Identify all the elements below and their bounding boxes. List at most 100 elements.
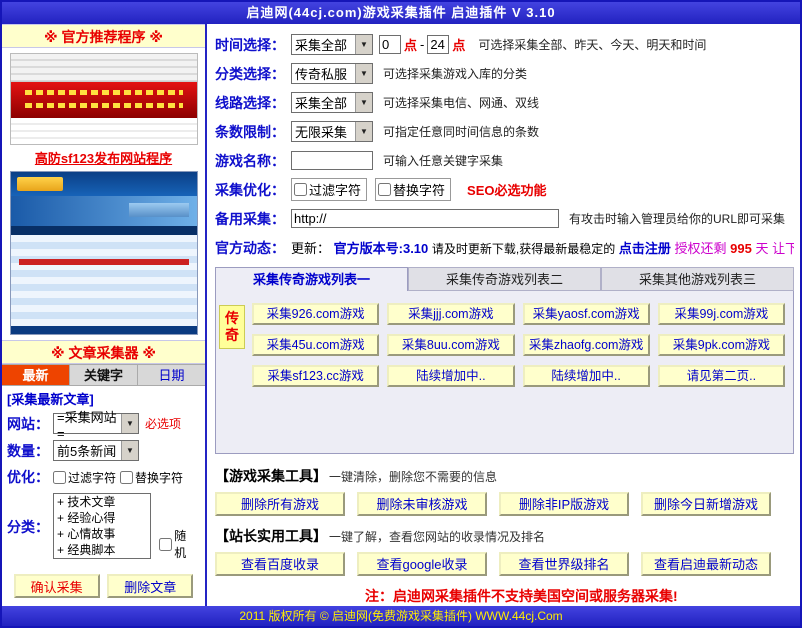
delete-today-games-button[interactable]: 删除今日新增游戏	[641, 492, 771, 516]
tab-date[interactable]: 日期	[138, 365, 205, 385]
filter-chars-label: 过滤字符	[309, 180, 361, 199]
collect-game-button[interactable]: 采集zhaofg.com游戏	[523, 334, 650, 356]
game-tools-desc: 一键清除，删除您不需要的信息	[329, 468, 497, 485]
backup-row: 备用采集： 有攻击时输入管理员给你的URL即可采集	[215, 204, 794, 233]
delete-all-games-button[interactable]: 删除所有游戏	[215, 492, 345, 516]
webmaster-tools-buttons: 查看百度收录 查看google收录 查看世界级排名 查看启迪最新动态	[215, 552, 794, 576]
sidebar-replace-option[interactable]: 替换字符	[120, 469, 183, 486]
category-note: 可选择采集游戏入库的分类	[383, 65, 527, 82]
promo-site-thumbnail[interactable]	[10, 53, 198, 145]
line-select[interactable]: 采集全部 ▼	[291, 92, 373, 113]
tab-legend-list-2[interactable]: 采集传奇游戏列表二	[408, 267, 601, 291]
count-select[interactable]: 前5条新闻 ▼	[53, 440, 139, 461]
filter-chars-checkbox[interactable]	[294, 183, 307, 196]
warning-note: 注：启迪网采集插件不支持美国空间或服务器采集!	[365, 586, 794, 606]
legend-side-label: 传奇	[219, 305, 245, 349]
replace-chars-checkbox[interactable]	[378, 183, 391, 196]
line-row: 线路选择： 采集全部 ▼ 可选择采集电信、网通、双线	[215, 88, 794, 117]
latest-news-button[interactable]: 查看启迪最新动态	[641, 552, 771, 576]
hour-from-input[interactable]	[379, 35, 401, 54]
baidu-index-button[interactable]: 查看百度收录	[215, 552, 345, 576]
thumbnail-header-decoration	[11, 54, 197, 82]
count-select-value: 前5条新闻	[54, 441, 121, 460]
collect-game-button[interactable]: 采集jjj.com游戏	[387, 303, 514, 325]
line-label: 线路选择：	[215, 93, 291, 113]
random-label: 随机	[174, 527, 196, 561]
line-select-value: 采集全部	[292, 93, 355, 112]
category-item[interactable]: + 经典脚本	[57, 542, 147, 558]
game-category-select[interactable]: 传奇私服 ▼	[291, 63, 373, 84]
sidebar-filter-option[interactable]: 过滤字符	[53, 469, 116, 486]
category-item[interactable]: + 心情故事	[57, 526, 147, 542]
copyright-text: 2011 版权所有 © 启迪网(免费游戏采集插件) WWW.44cj.Com	[239, 609, 562, 623]
backup-url-input[interactable]	[291, 209, 559, 228]
news-body-text: 请及时更新下载,获得最新最稳定的	[432, 242, 615, 256]
sidebar-filter-checkbox[interactable]	[53, 471, 66, 484]
time-select[interactable]: 采集全部 ▼	[291, 34, 373, 55]
collect-game-button[interactable]: 采集sf123.cc游戏	[252, 365, 379, 387]
see-page-two-button[interactable]: 请见第二页..	[658, 365, 785, 387]
chevron-down-icon: ▼	[121, 441, 138, 460]
delete-article-button[interactable]: 删除文章	[107, 574, 193, 598]
random-checkbox[interactable]	[159, 538, 172, 551]
game-tools-title: 【游戏采集工具】	[215, 466, 327, 486]
news-label: 官方动态：	[215, 238, 291, 258]
limit-label: 条数限制：	[215, 122, 291, 142]
time-note: 可选择采集全部、昨天、今天、明天和时间	[478, 36, 706, 53]
collect-game-button[interactable]: 采集8uu.com游戏	[387, 334, 514, 356]
coming-soon-button[interactable]: 陆续增加中..	[387, 365, 514, 387]
collect-game-button[interactable]: 采集99j.com游戏	[658, 303, 785, 325]
replace-chars-option[interactable]: 替换字符	[375, 178, 451, 201]
collector-screenshot-thumbnail[interactable]	[10, 171, 198, 335]
tab-latest[interactable]: 最新	[2, 365, 70, 385]
count-row: 数量： 前5条新闻 ▼	[2, 437, 205, 464]
count-label: 数量：	[7, 441, 53, 461]
coming-soon-button[interactable]: 陆续增加中..	[523, 365, 650, 387]
news-version-text: 官方版本号:3.10	[334, 241, 429, 256]
chevron-down-icon: ▼	[355, 93, 372, 112]
world-rank-button[interactable]: 查看世界级排名	[499, 552, 629, 576]
category-listbox[interactable]: + 技术文章 + 经验心得 + 心情故事 + 经典脚本	[53, 493, 151, 559]
delete-unreviewed-games-button[interactable]: 删除未审核游戏	[357, 492, 487, 516]
hour-to-unit: 点	[452, 35, 465, 54]
tab-keyword[interactable]: 关键字	[70, 365, 138, 385]
sidebar: ※ 官方推荐程序 ※ 高防sf123发布网站程序 ※ 文章采集器 ※ 最新 关键…	[2, 24, 207, 606]
category-select-label: 分类选择：	[215, 64, 291, 84]
collect-game-button[interactable]: 采集45u.com游戏	[252, 334, 379, 356]
collect-game-button[interactable]: 采集926.com游戏	[252, 303, 379, 325]
collect-game-button[interactable]: 采集9pk.com游戏	[658, 334, 785, 356]
google-index-button[interactable]: 查看google收录	[357, 552, 487, 576]
game-name-input[interactable]	[291, 151, 373, 170]
category-item[interactable]: + 技术文章	[57, 494, 147, 510]
random-option[interactable]: 随机	[159, 527, 196, 561]
delete-non-ip-games-button[interactable]: 删除非IP版游戏	[499, 492, 629, 516]
sidebar-replace-checkbox[interactable]	[120, 471, 133, 484]
category-item[interactable]: + 经验心得	[57, 510, 147, 526]
site-select-value: =采集网站=	[54, 407, 121, 441]
hour-to-input[interactable]	[427, 35, 449, 54]
limit-select[interactable]: 无限采集 ▼	[291, 121, 373, 142]
register-link[interactable]: 点击注册	[619, 241, 671, 256]
seo-note: SEO必选功能	[467, 180, 546, 199]
backup-label: 备用采集：	[215, 209, 291, 229]
collect-game-button[interactable]: 采集yaosf.com游戏	[523, 303, 650, 325]
tab-legend-list-1[interactable]: 采集传奇游戏列表一	[215, 267, 408, 291]
filter-chars-option[interactable]: 过滤字符	[291, 178, 367, 201]
sidebar-optimize-row: 优化： 过滤字符 替换字符	[2, 464, 205, 490]
chevron-down-icon: ▼	[121, 414, 138, 433]
hour-range-dash: -	[420, 37, 424, 52]
game-name-row: 游戏名称： 可输入任意关键字采集	[215, 146, 794, 175]
collect-optimize-row: 采集优化： 过滤字符 替换字符 SEO必选功能	[215, 175, 794, 204]
sidebar-filter-label: 过滤字符	[68, 469, 116, 486]
thumbnail2-banner-decoration	[11, 196, 197, 226]
site-select[interactable]: =采集网站= ▼	[53, 413, 139, 434]
tab-other-list-3[interactable]: 采集其他游戏列表三	[601, 267, 794, 291]
backup-note: 有攻击时输入管理员给你的URL即可采集	[569, 210, 785, 227]
news-update-text: 更新：	[291, 241, 330, 256]
sidebar-replace-label: 替换字符	[135, 469, 183, 486]
confirm-collect-button[interactable]: 确认采集	[14, 574, 100, 598]
category-label: 分类：	[7, 517, 53, 537]
site-label: 网站：	[7, 414, 53, 434]
promo-site-link[interactable]: 高防sf123发布网站程序	[2, 148, 205, 167]
game-button-grid: 采集926.com游戏 采集jjj.com游戏 采集yaosf.com游戏 采集…	[252, 303, 785, 387]
